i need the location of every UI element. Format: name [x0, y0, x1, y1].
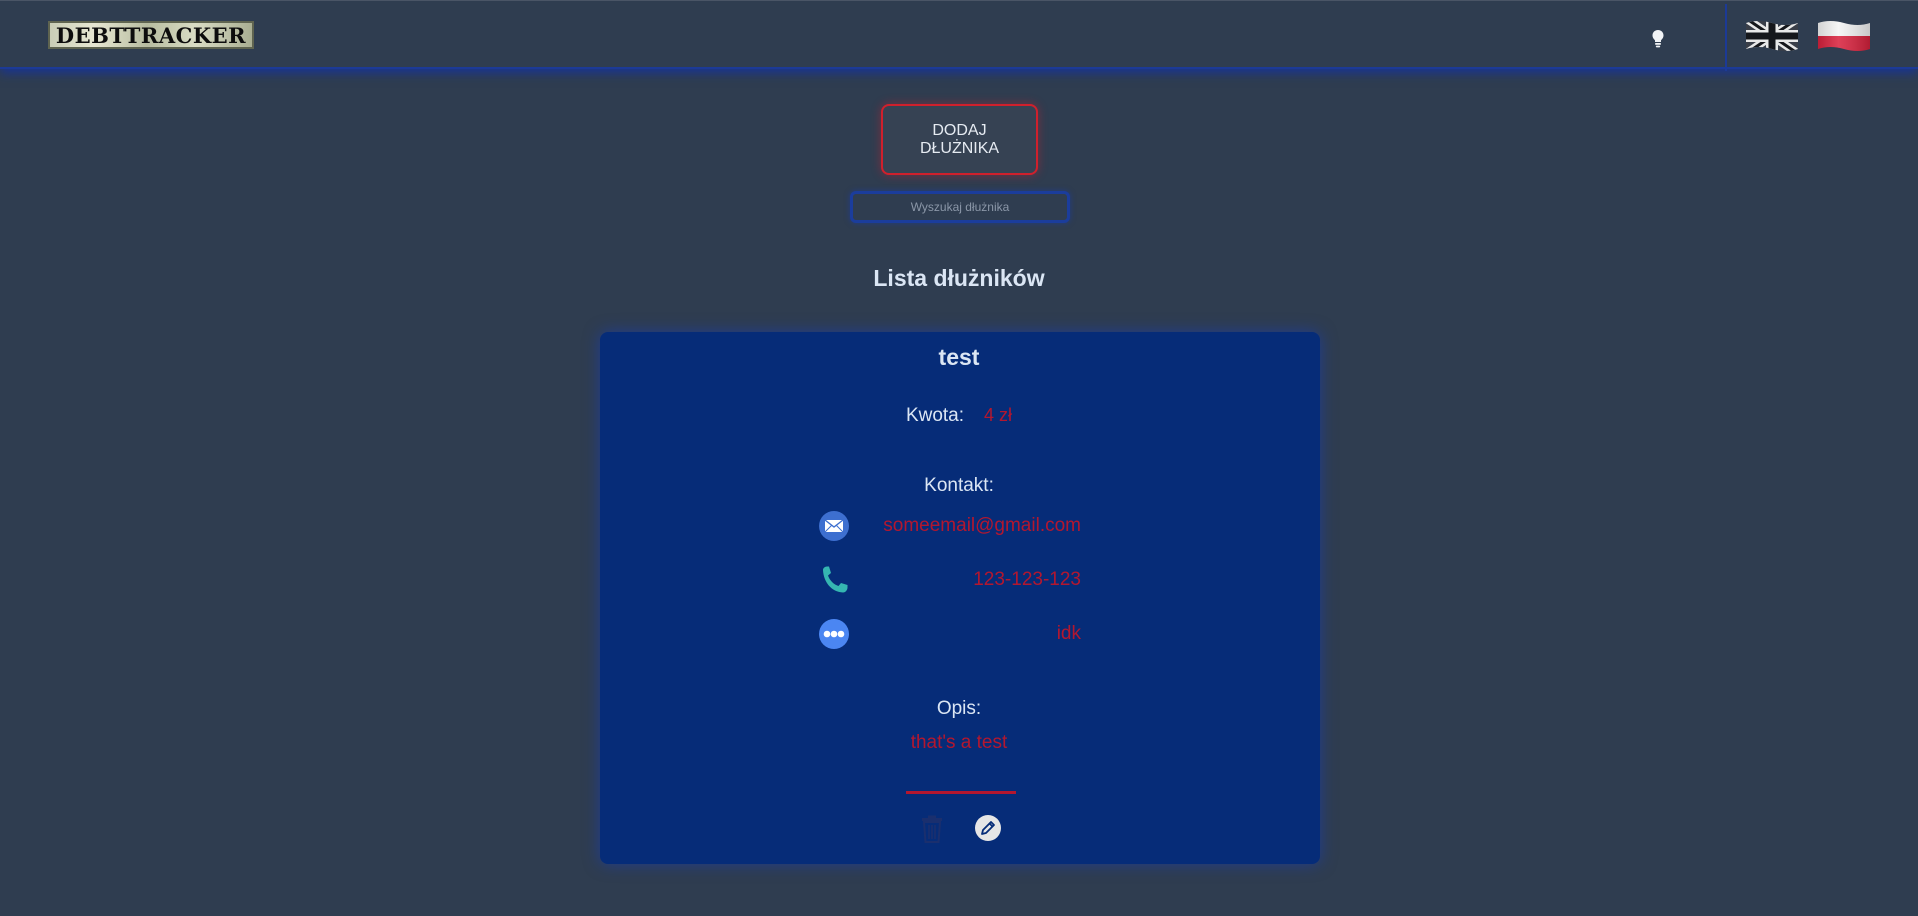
amount-label: Kwota: — [905, 405, 965, 426]
contact-label: Kontakt: — [924, 475, 994, 496]
description-label: Opis: — [936, 698, 982, 719]
contact-email[interactable]: someemail@gmail.com — [883, 515, 1081, 537]
edit-pencil-icon[interactable] — [974, 814, 1002, 842]
contact-other: idk — [1056, 623, 1081, 644]
debtor-list-title: Lista dłużników — [873, 265, 1045, 291]
contact-other-row: idk — [819, 618, 1081, 650]
mail-icon — [819, 511, 849, 541]
add-debtor-button[interactable]: DODAJ DŁUŻNIKA — [881, 104, 1038, 175]
more-dots-icon — [819, 619, 849, 649]
lightbulb-icon — [1652, 30, 1664, 48]
trash-icon[interactable] — [919, 815, 945, 843]
description-value: that's a test — [910, 732, 1008, 753]
debtor-name: test — [938, 344, 980, 370]
uk-flag-icon[interactable] — [1744, 17, 1800, 55]
theme-toggle-button[interactable] — [1645, 26, 1671, 52]
contact-email-row: someemail@gmail.com — [819, 510, 1081, 542]
contact-phone-row: 123-123-123 — [819, 564, 1081, 596]
app-logo[interactable]: DebtTracker — [48, 21, 254, 49]
poland-flag-icon[interactable] — [1816, 17, 1872, 55]
search-debtor-input[interactable] — [850, 191, 1070, 223]
contact-phone[interactable]: 123-123-123 — [973, 569, 1081, 591]
card-separator — [906, 791, 1016, 794]
amount-value: 4 zł — [984, 405, 1013, 425]
phone-icon — [823, 566, 848, 593]
top-navbar: DebtTracker — [0, 0, 1918, 71]
header-divider — [1725, 4, 1727, 71]
logo-text: DebtTracker — [55, 22, 247, 48]
debt-amount-row: Kwota: 4 zł — [0, 405, 1918, 427]
